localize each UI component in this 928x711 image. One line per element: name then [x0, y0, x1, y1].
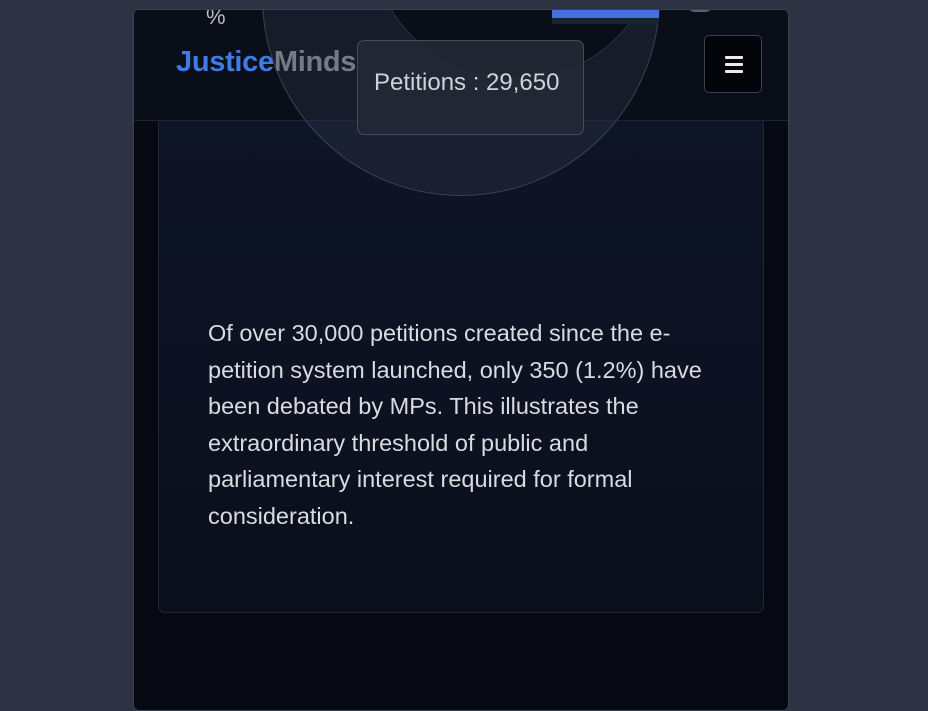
menu-toggle-button[interactable]	[704, 35, 762, 93]
brand-name-part1: Justice	[176, 46, 274, 78]
info-card-text: Of over 30,000 petitions created since t…	[208, 320, 702, 529]
chart-tooltip: Petitions : 29,650	[357, 40, 584, 135]
chart-tooltip-text: Petitions : 29,650	[374, 69, 560, 96]
chart-segment-highlight	[552, 10, 659, 18]
hamburger-menu-icon	[725, 56, 743, 59]
chart-percent-label: %	[206, 9, 226, 29]
hamburger-menu-icon	[725, 70, 743, 73]
chart-segment-edge	[552, 18, 659, 24]
mobile-viewport: JusticeMinds Of over 30,000 petitions cr…	[133, 9, 789, 711]
hamburger-menu-icon	[725, 63, 743, 66]
